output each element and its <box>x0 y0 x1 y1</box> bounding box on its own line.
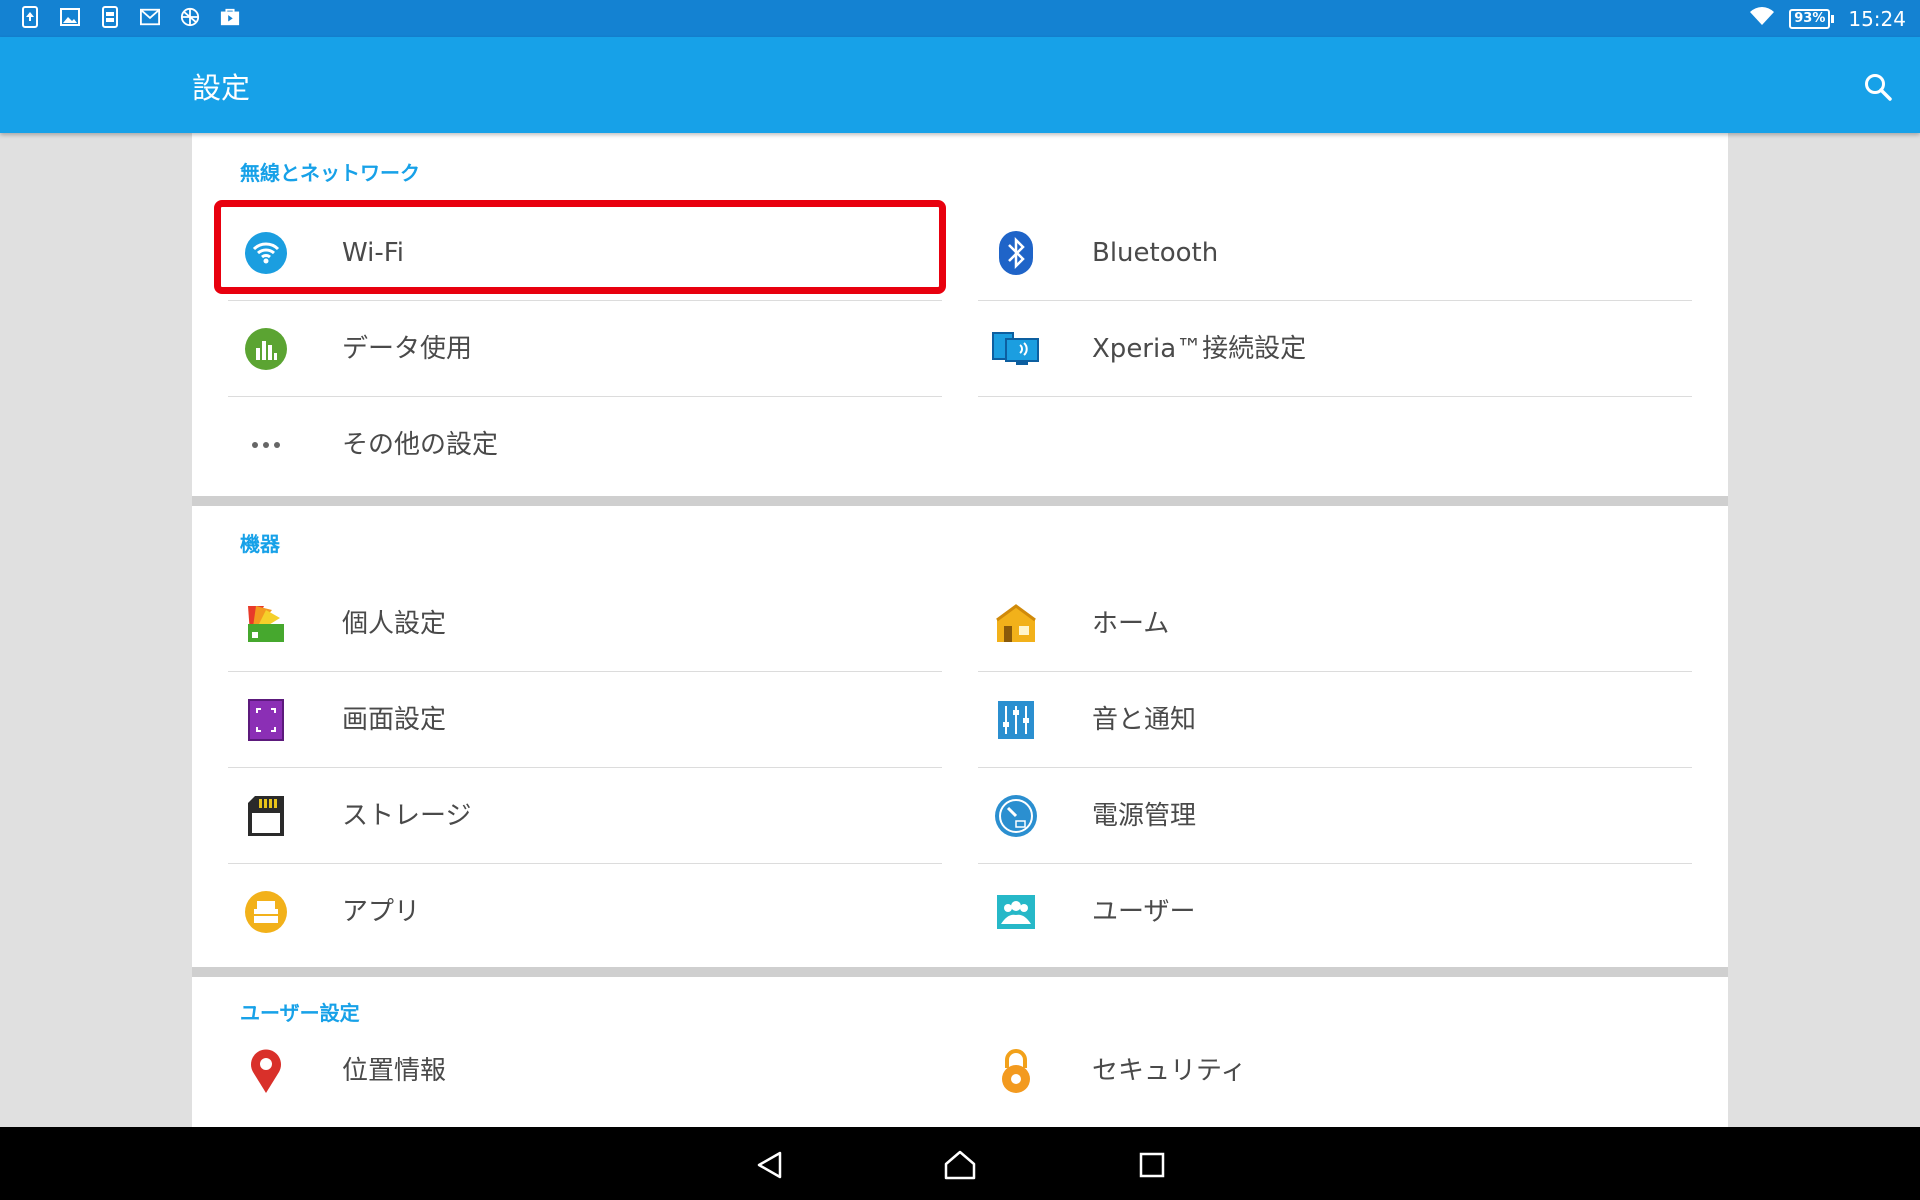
settings-list[interactable]: 無線とネットワーク Wi-Fi Bluetooth データ使用 Xperia™接… <box>0 133 1920 1127</box>
item-label: データ使用 <box>342 334 473 364</box>
settings-item-bluetooth[interactable]: Bluetooth <box>978 205 1692 301</box>
notification-icons <box>20 6 240 28</box>
phone-transfer-icon <box>100 6 120 28</box>
back-button[interactable] <box>748 1143 792 1187</box>
settings-item-display[interactable]: 画面設定 <box>228 672 942 768</box>
settings-item-xperia-connect[interactable]: Xperia™接続設定 <box>978 301 1692 397</box>
home-nav-button[interactable] <box>938 1143 982 1187</box>
item-label: セキュリティ <box>1092 1056 1247 1086</box>
settings-item-users[interactable]: ユーザー <box>978 864 1692 960</box>
home-icon <box>992 600 1040 648</box>
globe-icon <box>180 6 200 28</box>
image-icon <box>60 6 80 28</box>
item-label: Bluetooth <box>1092 238 1219 268</box>
section-header: 機器 <box>240 532 280 556</box>
section-divider <box>192 496 1728 506</box>
settings-item-more[interactable]: その他の設定 <box>228 397 942 493</box>
section-header: 無線とネットワーク <box>240 161 420 185</box>
security-icon <box>992 1047 1040 1095</box>
settings-item-sound[interactable]: 音と通知 <box>978 672 1692 768</box>
recents-button[interactable] <box>1130 1143 1174 1187</box>
item-label: 電源管理 <box>1092 801 1197 831</box>
battery-level: 93% <box>1789 8 1831 29</box>
settings-item-personalization[interactable]: 個人設定 <box>228 576 942 672</box>
store-icon <box>220 6 240 28</box>
search-icon <box>1865 74 1892 101</box>
item-label: 位置情報 <box>342 1056 447 1086</box>
sound-icon <box>992 696 1040 744</box>
upload-icon <box>20 6 40 28</box>
settings-item-data-usage[interactable]: データ使用 <box>228 301 942 397</box>
wifi-signal-icon <box>1749 6 1775 31</box>
personalization-icon <box>242 600 290 648</box>
recents-icon <box>1139 1152 1165 1178</box>
status-bar: 93% 15:24 <box>0 0 1920 37</box>
item-label: ホーム <box>1092 609 1170 639</box>
location-icon <box>242 1047 290 1095</box>
settings-item-apps[interactable]: アプリ <box>228 864 942 960</box>
item-label: 画面設定 <box>342 705 447 735</box>
gmail-icon <box>140 6 160 28</box>
item-label: ストレージ <box>342 801 472 831</box>
section-user: ユーザー設定 位置情報 セキュリティ <box>192 977 1728 1127</box>
display-icon <box>242 696 290 744</box>
page-title: 設定 <box>192 71 251 105</box>
more-icon <box>242 421 290 469</box>
battery-indicator: 93% <box>1789 8 1835 29</box>
item-label: Wi-Fi <box>342 238 405 268</box>
navigation-bar <box>0 1127 1920 1200</box>
item-label: 個人設定 <box>342 609 447 639</box>
clock: 15:24 <box>1848 6 1906 31</box>
data-usage-icon <box>242 325 290 373</box>
settings-item-wifi[interactable]: Wi-Fi <box>228 205 942 301</box>
power-icon <box>992 792 1040 840</box>
app-bar: 設定 <box>0 37 1920 133</box>
storage-icon <box>242 792 290 840</box>
section-divider <box>192 967 1728 977</box>
users-icon <box>992 888 1040 936</box>
settings-item-power[interactable]: 電源管理 <box>978 768 1692 864</box>
section-header: ユーザー設定 <box>240 1001 360 1025</box>
settings-item-security[interactable]: セキュリティ <box>978 1023 1692 1119</box>
item-label: その他の設定 <box>342 430 499 460</box>
item-label: 音と通知 <box>1092 705 1197 735</box>
settings-item-home[interactable]: ホーム <box>978 576 1692 672</box>
bluetooth-icon <box>992 229 1040 277</box>
settings-item-location[interactable]: 位置情報 <box>228 1023 942 1119</box>
settings-item-storage[interactable]: ストレージ <box>228 768 942 864</box>
battery-cap <box>1831 14 1835 23</box>
search-button[interactable] <box>1858 67 1898 107</box>
item-label: アプリ <box>342 897 421 927</box>
wifi-icon <box>242 229 290 277</box>
item-label: ユーザー <box>1092 897 1196 927</box>
section-device: 機器 個人設定 ホーム 画面設定 音と通知 ストレージ 電源管理 アプリ ユーザ… <box>192 506 1728 967</box>
xperia-connect-icon <box>992 325 1040 373</box>
home-nav-icon <box>944 1150 976 1180</box>
item-label: Xperia™接続設定 <box>1092 334 1307 364</box>
back-icon <box>757 1151 782 1179</box>
apps-icon <box>242 888 290 936</box>
section-wireless: 無線とネットワーク Wi-Fi Bluetooth データ使用 Xperia™接… <box>192 133 1728 496</box>
